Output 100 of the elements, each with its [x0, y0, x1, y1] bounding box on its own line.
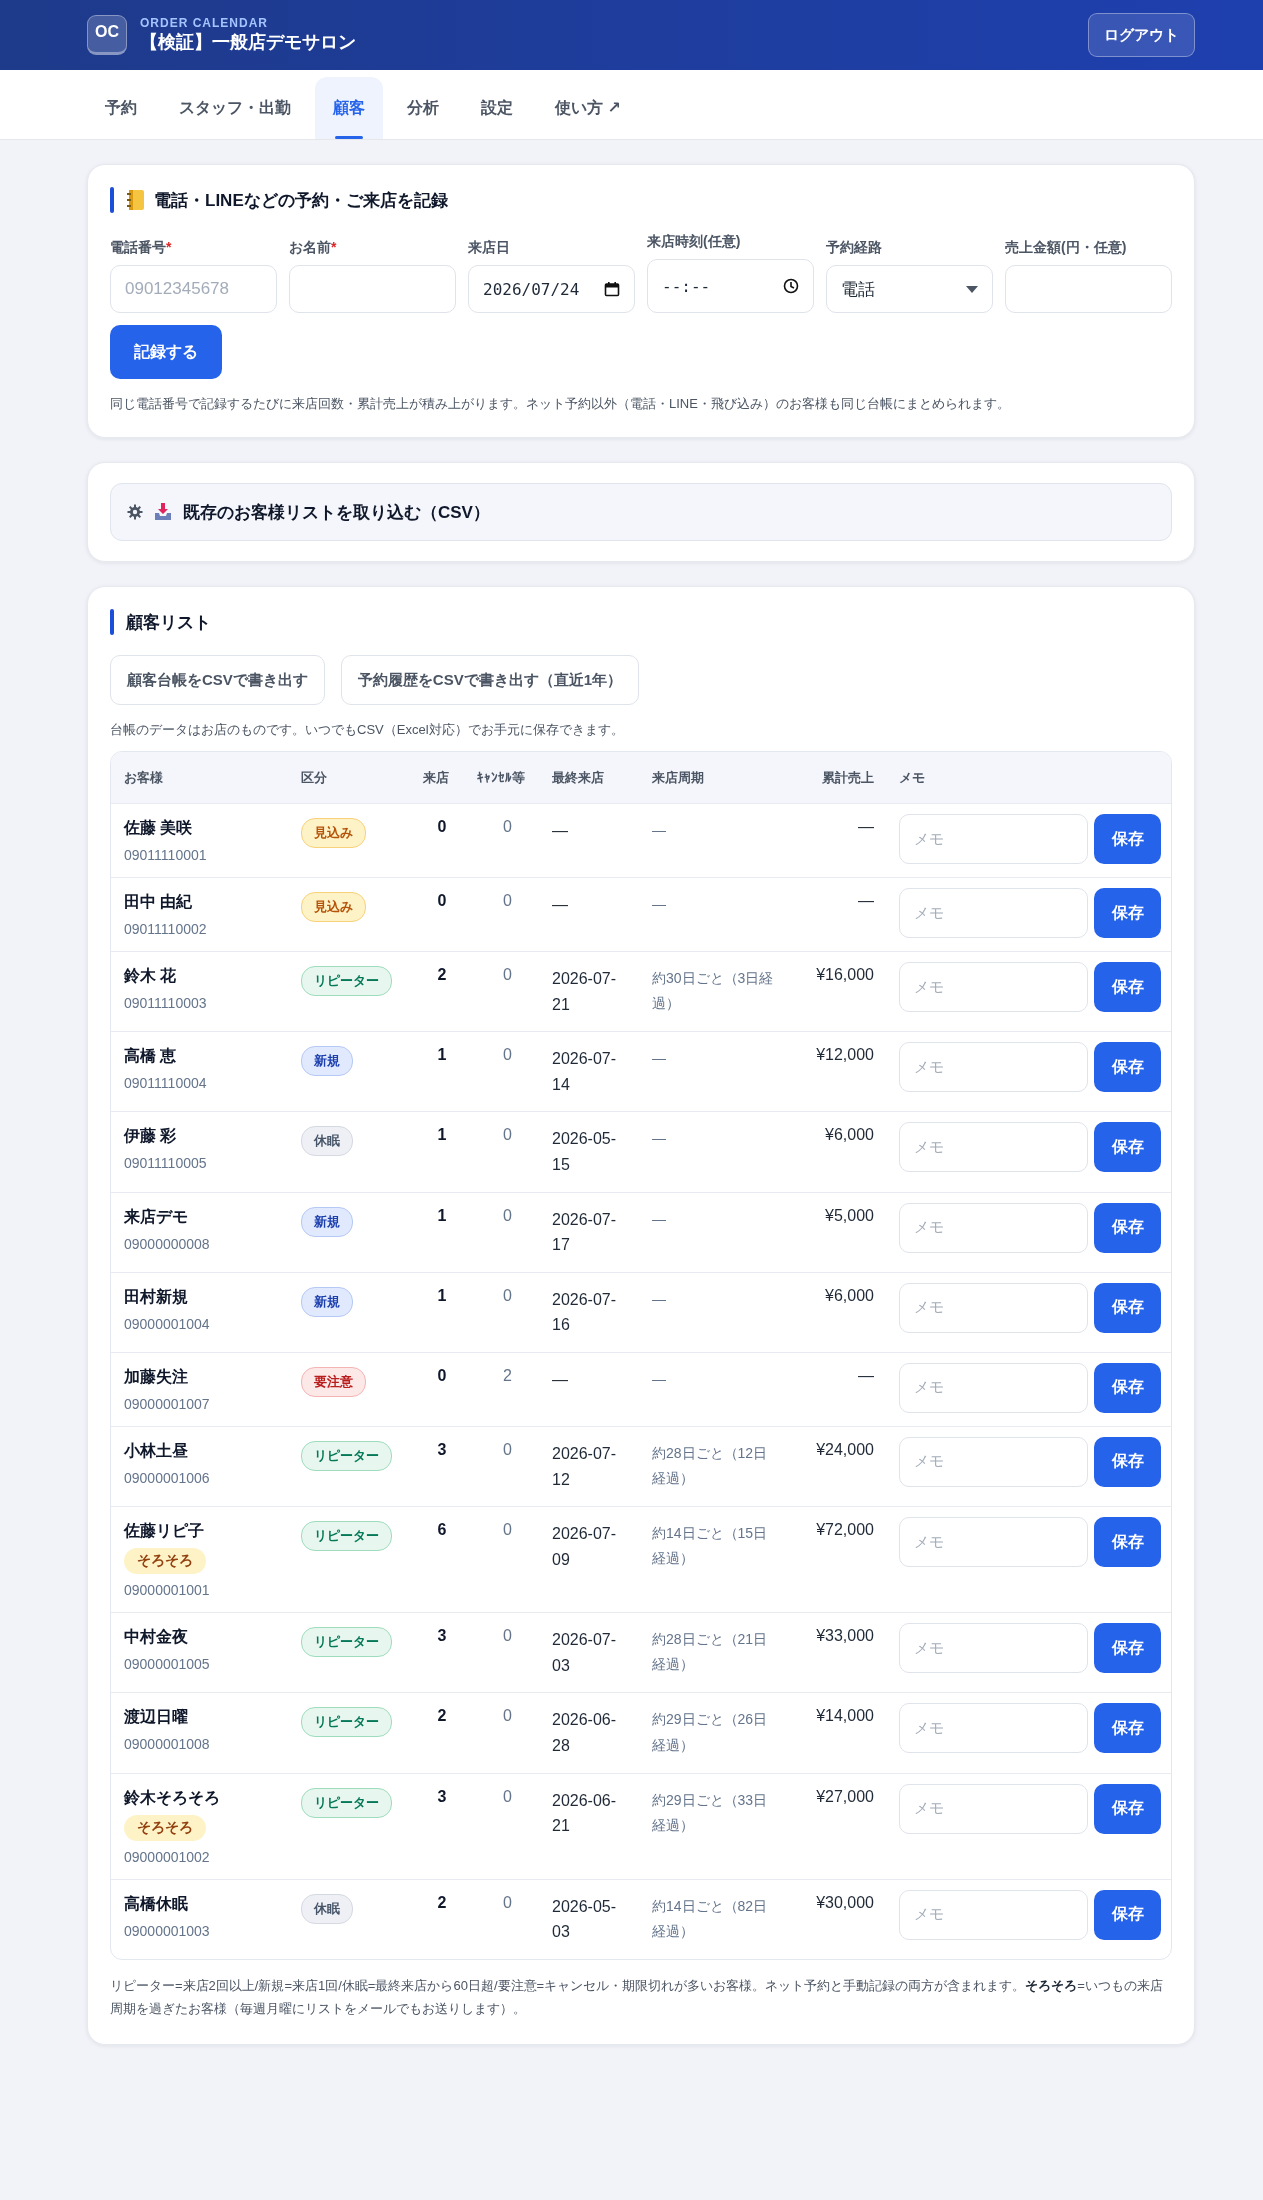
cancel-count: 0: [502, 1786, 513, 1807]
visit-cycle: —: [652, 1210, 666, 1227]
nav-tab[interactable]: 予約: [87, 77, 155, 139]
visit-count: 1: [436, 1205, 448, 1226]
save-button[interactable]: 保存: [1094, 814, 1161, 864]
time-field[interactable]: --:--: [647, 259, 814, 313]
segment-badge: 見込み: [301, 892, 366, 922]
save-button[interactable]: 保存: [1094, 1202, 1161, 1253]
last-visit-date: 2026-07-21: [552, 970, 617, 1013]
nav-tab[interactable]: 分析: [389, 77, 457, 139]
customer-name: 佐藤 美咲: [124, 818, 194, 838]
visit-count: 3: [436, 1626, 448, 1647]
total-sales: ¥14,000: [815, 1706, 875, 1727]
field-label: 来店時刻(任意): [647, 233, 742, 251]
route-select[interactable]: 電話: [826, 265, 993, 313]
cancel-count: 0: [502, 1892, 513, 1913]
phone-number: 09000001008: [124, 1736, 211, 1753]
segment-badge: リピーター: [301, 1787, 392, 1818]
phone-number: 09000001001: [124, 1582, 211, 1599]
nav-tab[interactable]: 顧客: [315, 77, 383, 139]
phone-number: 09000000008: [124, 1235, 211, 1252]
save-button[interactable]: 保存: [1094, 888, 1161, 938]
logout-button[interactable]: ログアウト: [1088, 13, 1195, 57]
last-visit-date: 2026-07-17: [552, 1210, 617, 1254]
cancel-count: 0: [502, 891, 513, 911]
section-title: 電話・LINEなどの予約・ご来店を記録: [154, 189, 448, 212]
column-header: 区分: [300, 769, 328, 787]
visit-cycle: —: [652, 822, 666, 838]
total-sales: —: [857, 891, 875, 911]
phone-number: 09011110003: [124, 995, 208, 1011]
cancel-count: 0: [502, 1285, 513, 1306]
import-toggle[interactable]: 既存のお客様リストを取り込む（CSV）: [110, 483, 1172, 541]
export-button[interactable]: 予約履歴をCSVで書き出す（直近1年）: [340, 655, 640, 705]
segment-badge: 見込み: [301, 818, 366, 848]
cancel-count: 0: [502, 1205, 513, 1226]
calendar-icon: [604, 281, 620, 297]
date-field[interactable]: 2026/07/24: [468, 265, 635, 313]
save-button[interactable]: 保存: [1094, 1703, 1161, 1754]
nav-tab[interactable]: スタッフ・出勤: [161, 77, 309, 139]
save-button[interactable]: 保存: [1094, 1889, 1161, 1940]
visit-cycle: —: [652, 896, 666, 912]
customer-name: 田村新規: [124, 1286, 189, 1307]
total-sales: ¥30,000: [815, 1892, 875, 1913]
customer-name: 鈴木 花: [124, 966, 178, 986]
total-sales: ¥6,000: [824, 1285, 875, 1306]
phone-number: 09000001007: [124, 1395, 211, 1412]
cancel-count: 0: [502, 1626, 513, 1647]
last-visit-date: 2026-07-14: [552, 1050, 617, 1093]
last-visit-date: 2026-07-03: [552, 1631, 617, 1674]
status-tag: そろそろ: [124, 1548, 206, 1575]
customer-name: 鈴木そろそろ: [124, 1787, 221, 1808]
cancel-count: 0: [502, 1125, 513, 1146]
visit-cycle: —: [652, 1130, 666, 1147]
list-note: 台帳のデータはお店のものです。いつでもCSV（Excel対応）でお手元に保存できます。: [110, 721, 625, 739]
input-field[interactable]: [289, 265, 456, 313]
save-button[interactable]: 保存: [1094, 1122, 1161, 1173]
visit-count: 0: [436, 1365, 448, 1386]
customer-name: 高橋 恵: [124, 1046, 178, 1067]
visit-count: 0: [436, 891, 448, 911]
app-logo: OC: [87, 15, 127, 55]
save-button[interactable]: 保存: [1094, 962, 1161, 1012]
input-field[interactable]: [1005, 265, 1172, 313]
legend-note: リピーター=来店2回以上/新規=来店1回/休眠=最終来店から60日超/要注意=キャンセル・期限切れが多いお客様。ネット予約と手動記録の両方が含まれます。そろそろ=いつもの来店周期を過ぎたお客様（毎週月曜にリストをメールでもお送りします）。: [110, 1976, 1164, 2019]
last-visit-date: —: [552, 896, 568, 913]
segment-badge: リピーター: [301, 1521, 392, 1552]
visit-count: 2: [436, 965, 448, 985]
visit-count: 0: [436, 817, 448, 837]
save-button[interactable]: 保存: [1094, 1282, 1161, 1333]
save-button[interactable]: 保存: [1094, 1362, 1161, 1413]
cancel-count: 0: [502, 1439, 513, 1460]
column-header: 来店: [421, 769, 450, 787]
visit-cycle: —: [652, 1290, 666, 1307]
visit-count: 2: [436, 1706, 448, 1727]
nav-tab[interactable]: 設定: [463, 77, 531, 139]
save-button[interactable]: 保存: [1094, 1042, 1161, 1093]
save-button[interactable]: 保存: [1094, 1623, 1161, 1674]
total-sales: ¥16,000: [815, 965, 875, 985]
visit-cycle: —: [652, 1050, 666, 1067]
visit-cycle: 約29日ごと（26日経過）: [652, 1711, 768, 1753]
customer-name: 中村金夜: [124, 1627, 189, 1648]
customer-name: 渡辺日曜: [124, 1707, 189, 1728]
export-button[interactable]: 顧客台帳をCSVで書き出す: [110, 655, 325, 705]
segment-badge: リピーター: [301, 1440, 392, 1471]
customer-name: 佐藤リピ子: [124, 1521, 205, 1542]
customer-name: 来店デモ: [124, 1206, 189, 1227]
cancel-count: 0: [502, 817, 513, 837]
column-header: 累計売上: [821, 769, 875, 787]
visit-cycle: 約30日ごと（3日経過）: [652, 970, 774, 1012]
save-button[interactable]: 保存: [1094, 1517, 1161, 1568]
visit-cycle: 約14日ごと（82日経過）: [652, 1897, 768, 1939]
save-button[interactable]: 保存: [1094, 1783, 1161, 1834]
clock-icon: [783, 278, 799, 294]
app-name: ORDER CALENDAR: [140, 16, 269, 30]
segment-badge: 休眠: [301, 1893, 353, 1924]
nav-tab[interactable]: 使い方 ↗: [537, 77, 639, 139]
field-label: 売上金額(円・任意): [1005, 239, 1128, 257]
save-button[interactable]: 保存: [1094, 1436, 1161, 1487]
record-button[interactable]: 記録する: [110, 325, 222, 379]
phone-number: 09011110004: [124, 1075, 208, 1092]
total-sales: ¥27,000: [815, 1786, 875, 1807]
